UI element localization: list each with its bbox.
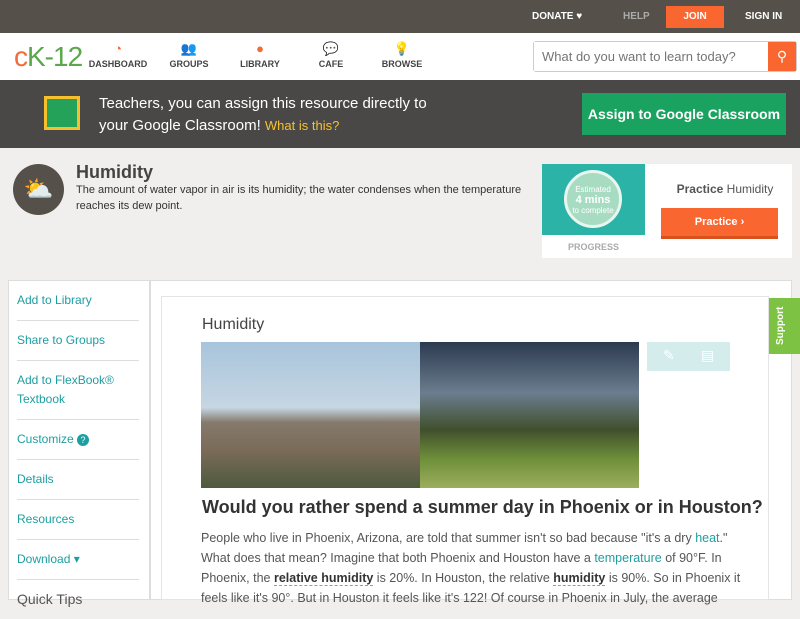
sidebar-customize[interactable]: Customize ? <box>17 420 139 460</box>
nav-library[interactable]: ● LIBRARY <box>225 41 295 69</box>
ck12-logo[interactable]: cK-12 <box>14 41 83 73</box>
support-tab[interactable]: Support <box>769 298 800 354</box>
sign-in-link[interactable]: SIGN IN <box>745 11 782 22</box>
help-icon[interactable]: ? <box>77 434 90 446</box>
groups-icon: 👥 <box>180 41 198 56</box>
join-button[interactable]: JOIN <box>666 6 724 28</box>
practice-button[interactable]: Practice › <box>661 208 778 239</box>
search-icon[interactable]: ⚲ <box>768 42 796 71</box>
sidebar-share-to-groups[interactable]: Share to Groups <box>17 321 139 361</box>
google-classroom-banner: Teachers, you can assign this resource d… <box>0 80 800 148</box>
dashboard-icon: ◔ <box>114 41 122 56</box>
main-nav: cK-12 ◔ DASHBOARD 👥 GROUPS ● LIBRARY 💬 CAFE … <box>0 33 800 80</box>
help-link[interactable]: HELP <box>623 11 650 22</box>
progress-image: Estimated 4 mins to complete <box>542 164 645 235</box>
lesson-paragraph: People who live in Phoenix, Arizona, are… <box>201 531 741 605</box>
lesson-title: Humidity <box>202 316 265 333</box>
nav-browse[interactable]: 💡 BROWSE <box>367 41 437 69</box>
lesson-question: Would you rather spend a summer day in P… <box>202 497 763 517</box>
search-box: ⚲ <box>533 41 797 72</box>
sidebar-details[interactable]: Details <box>17 460 139 500</box>
nav-cafe[interactable]: 💬 CAFE <box>296 41 366 69</box>
weather-icon: ⛅ <box>13 164 64 215</box>
pencil-icon[interactable]: ✎ <box>663 347 675 364</box>
temperature-link[interactable]: temperature <box>594 551 661 565</box>
practice-card: Estimated 4 mins to complete PROGRESS Prac… <box>542 164 792 258</box>
annotation-tools: ✎ ▤ <box>647 342 730 371</box>
notes-icon[interactable]: ▤ <box>701 347 714 364</box>
humidity-term[interactable]: humidity <box>553 571 606 586</box>
sidebar: Add to Library Share to Groups Add to Fl… <box>8 280 150 607</box>
search-input[interactable] <box>534 42 764 71</box>
nav-dashboard[interactable]: ◔ DASHBOARD <box>83 41 153 69</box>
phoenix-image <box>201 342 420 488</box>
sidebar-add-to-library[interactable]: Add to Library <box>17 281 139 321</box>
library-icon: ● <box>256 41 264 56</box>
relative-humidity-term[interactable]: relative humidity <box>273 571 374 586</box>
concept-header: ⛅ Humidity The amount of water vapor in … <box>0 150 800 270</box>
browse-icon: 💡 <box>393 41 411 56</box>
houston-image <box>420 342 639 488</box>
heat-link[interactable]: heat <box>695 531 719 545</box>
cafe-icon: 💬 <box>322 41 340 56</box>
sidebar-add-to-flexbook[interactable]: Add to FlexBook® Textbook <box>17 361 139 420</box>
concept-description: The amount of water vapor in air is its … <box>76 184 522 212</box>
nav-groups[interactable]: 👥 GROUPS <box>154 41 224 69</box>
top-bar: DONATE ♥ HELP JOIN SIGN IN <box>0 0 800 33</box>
sidebar-resources[interactable]: Resources <box>17 500 139 540</box>
assign-google-classroom-button[interactable]: Assign to Google Classroom <box>582 93 786 135</box>
concept-title: Humidity <box>76 162 154 182</box>
what-is-this-link[interactable]: What is this? <box>265 118 339 133</box>
practice-title: Practice Humidity <box>676 182 774 196</box>
google-classroom-icon <box>44 96 80 130</box>
sidebar-download[interactable]: Download ▾ <box>17 540 139 580</box>
donate-link[interactable]: DONATE ♥ <box>532 11 582 22</box>
